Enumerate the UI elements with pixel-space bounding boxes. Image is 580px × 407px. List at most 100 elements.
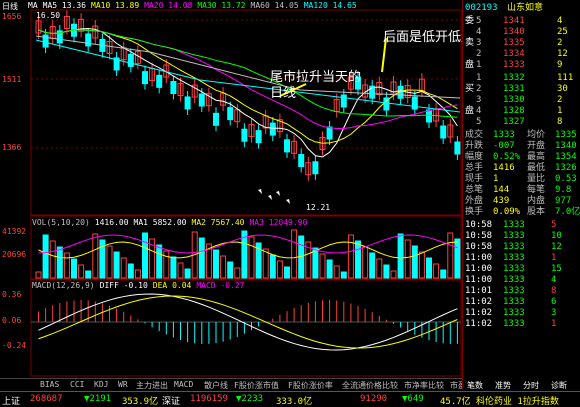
legend-item: 1416.00 <box>94 218 129 227</box>
candle-body <box>426 109 432 123</box>
indicator-tab[interactable]: WR <box>118 380 128 389</box>
price-axis-top: 1656 <box>2 12 22 21</box>
cell: 10 <box>551 231 562 241</box>
cell: 0.09% <box>493 207 521 217</box>
sz-index: 1196159 <box>190 394 228 404</box>
panel-button[interactable]: 分时 <box>523 380 539 391</box>
volume-bar <box>376 258 383 279</box>
cell: 1333 <box>503 275 525 285</box>
tick-row: 10:58 1333 12 <box>463 242 580 253</box>
volume-bar <box>49 240 56 279</box>
panel-button[interactable]: 笔数 <box>467 380 483 391</box>
price-axis-mid: 1511 <box>2 75 22 84</box>
cell: 1333 <box>503 242 525 252</box>
cell: 144 <box>493 185 510 195</box>
bid-price: 1327 <box>503 117 525 127</box>
legend-item: MA1 5852.00 <box>133 218 187 227</box>
cell: 换手 <box>465 207 484 217</box>
volume-bar <box>78 264 85 279</box>
panel-button[interactable]: 准势 <box>495 380 511 391</box>
indicator-tab[interactable]: CCI <box>70 380 84 389</box>
indicator-tab[interactable]: 全流通价格比较 <box>342 380 398 391</box>
volume-bar <box>284 266 290 279</box>
volume-bar <box>220 255 227 279</box>
cell: 7.0亿 <box>555 207 580 217</box>
macd-panel-frame <box>30 279 462 377</box>
volume-bar <box>383 264 390 279</box>
volume-legend: VOL(5,10,20) 1416.00 MA1 5852.00 MA2 7567.4… <box>32 218 312 227</box>
candle-body <box>440 125 447 139</box>
legend-item: MACD -0.27 <box>196 281 245 290</box>
volume-bar <box>106 245 113 279</box>
stock-code: 002193 <box>465 3 498 13</box>
high-price-label: 16.50 <box>36 11 61 20</box>
tick-row: 11:00 1333 1 <box>463 253 580 264</box>
cell: 每笔 <box>527 185 546 195</box>
bid-price: 1328 <box>503 106 525 116</box>
indicator-tab[interactable]: BIAS <box>40 380 59 389</box>
annotation-tail-rise-2: 日线 <box>270 86 297 101</box>
annotation-low-open: 后面是低开低走 <box>383 30 475 45</box>
macd-axis-mid: 0.06 <box>2 316 22 325</box>
cell: -007 <box>493 141 515 151</box>
cell: 1333 <box>503 220 525 230</box>
cell: 1 <box>476 60 482 70</box>
candle-body <box>85 33 92 47</box>
cell: 开盘 <box>527 141 546 151</box>
cell: 1333 <box>503 308 525 318</box>
volume-bar <box>291 229 298 279</box>
ticker-scroll[interactable]: 科伦药业 1拉升指数 <box>476 394 559 407</box>
cell: 4 <box>476 27 482 37</box>
ask-price: 1334 <box>503 49 525 59</box>
volume-bar <box>312 247 319 279</box>
volume-bar <box>63 252 70 279</box>
volume-bar <box>269 254 276 279</box>
low-price-label: 12.21 <box>306 203 331 212</box>
cell: 11:01 <box>465 286 493 296</box>
tick-row: 11:00 1333 15 <box>463 264 580 275</box>
indicator-tab[interactable]: 散户线 <box>204 380 228 391</box>
cell: 3 <box>551 308 557 318</box>
indicator-tab[interactable]: KDJ <box>94 380 108 389</box>
indicator-tab[interactable]: 市净率比较 <box>404 380 444 391</box>
cell: 1333 <box>503 253 525 263</box>
panel-button[interactable]: 诊断 <box>551 380 567 391</box>
indicator-tab[interactable]: F股价涨市值 <box>234 380 279 391</box>
period-tab[interactable]: 日线 <box>2 1 18 12</box>
indicator-tab[interactable]: F股价涨价率 <box>288 380 333 391</box>
chart-canvas[interactable] <box>0 0 462 378</box>
cell: 升跌 <box>465 141 484 151</box>
volume-bar <box>447 232 454 279</box>
cell: 4 <box>476 106 482 116</box>
kline-chart-area[interactable]: 日线 MA MA5 13.36 MA10 13.89 MA20 14.08 MA30 1… <box>0 0 490 391</box>
legend-item: MA30 13.72 <box>197 1 246 10</box>
volume-bar <box>440 269 447 279</box>
volume-bar <box>184 268 191 279</box>
bid-vol: 30 <box>557 84 568 94</box>
cell: 股本 <box>527 207 546 217</box>
cell: 11:02 <box>465 319 493 329</box>
volume-bar <box>319 253 326 279</box>
cell: 1333 <box>503 286 525 296</box>
side-label: 盘 <box>465 106 475 116</box>
bid-vol: 111 <box>557 73 574 83</box>
ask-price: 1341 <box>503 16 525 26</box>
bid-price: 1331 <box>503 84 525 94</box>
indicator-tab[interactable]: 主力进出 <box>136 380 168 391</box>
candle-body <box>269 122 276 136</box>
cell: 1333 <box>503 264 525 274</box>
stat-row: 升跌 -007 开盘 1340 <box>463 141 580 152</box>
misc-change: ▼649 <box>402 394 424 404</box>
ma-legend: MA MA5 13.36 MA10 13.89 MA20 14.08 MA30 13.7… <box>28 1 362 10</box>
price-axis-low: 1366 <box>2 143 22 152</box>
volume-bar <box>340 271 347 279</box>
candle-body <box>170 80 177 94</box>
bid-price: 1330 <box>503 95 525 105</box>
cell: 9.8 <box>555 185 572 195</box>
legend-item: MA10 13.89 <box>91 1 140 10</box>
volume-bar <box>326 259 333 279</box>
tick-row: 11:02 1333 1 <box>463 319 580 330</box>
sz-label[interactable]: 深证 <box>162 394 180 407</box>
indicator-tab[interactable]: MACD <box>174 380 193 389</box>
sh-label[interactable]: 上证 <box>2 394 20 407</box>
